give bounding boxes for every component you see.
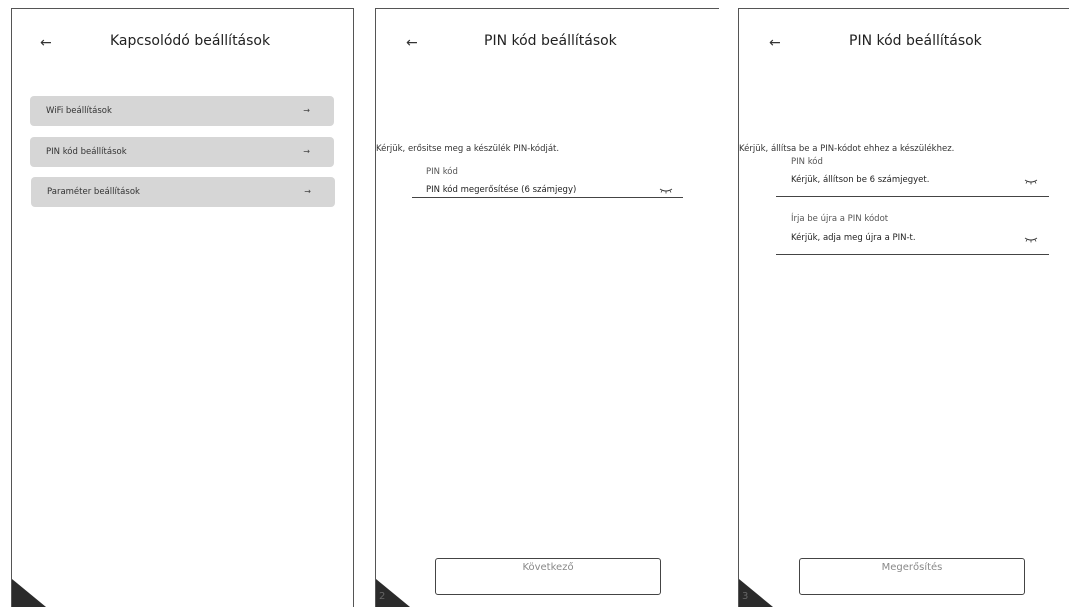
- page-number: 3: [742, 591, 749, 602]
- eye-closed-icon[interactable]: [1024, 237, 1038, 243]
- menu-item-pin-settings[interactable]: PIN kód beállítások →: [30, 137, 334, 167]
- pin-repeat-field-underline: [776, 254, 1049, 255]
- eye-closed-icon[interactable]: [659, 188, 673, 194]
- arrow-right-icon: →: [303, 147, 310, 156]
- menu-item-wifi-settings[interactable]: WiFi beállítások →: [30, 96, 334, 126]
- arrow-right-icon: →: [303, 106, 310, 115]
- confirm-button[interactable]: Megerősítés: [799, 558, 1025, 595]
- pin-input[interactable]: Kérjük, állítson be 6 számjegyet.: [791, 175, 929, 185]
- back-arrow-icon[interactable]: ←: [406, 35, 418, 51]
- page-title: PIN kód beállítások: [849, 33, 982, 49]
- menu-item-parameter-settings[interactable]: Paraméter beállítások →: [31, 177, 335, 207]
- pin-repeat-field-label: Írja be újra a PIN kódot: [791, 214, 889, 224]
- confirm-button-label: Megerősítés: [881, 562, 943, 573]
- menu-item-label: PIN kód beállítások: [46, 147, 127, 157]
- instruction-text: Kérjük, állítsa be a PIN-kódot ehhez a k…: [739, 144, 955, 154]
- page-title: PIN kód beállítások: [484, 33, 617, 49]
- screen-pin-setup: ← PIN kód beállítások Kérjük, állítsa be…: [738, 8, 1069, 607]
- menu-item-label: Paraméter beállítások: [47, 187, 140, 197]
- screen-connection-settings: ← Kapcsolódó beállítások WiFi beállításo…: [11, 8, 354, 607]
- eye-closed-icon[interactable]: [1024, 179, 1038, 185]
- next-button[interactable]: Következő: [435, 558, 661, 595]
- pin-repeat-input[interactable]: Kérjük, adja meg újra a PIN-t.: [791, 233, 916, 243]
- page-number: 2: [379, 591, 386, 602]
- screen-pin-confirm: ← PIN kód beállítások Kérjük, erősitse m…: [375, 8, 719, 607]
- arrow-right-icon: →: [304, 187, 311, 196]
- page-corner-mark: [12, 579, 46, 607]
- page-title: Kapcsolódó beállítások: [110, 33, 271, 49]
- pin-input[interactable]: PIN kód megerősítése (6 számjegy): [426, 185, 576, 195]
- back-arrow-icon[interactable]: ←: [769, 35, 781, 51]
- pin-field-underline: [776, 196, 1049, 197]
- back-arrow-icon[interactable]: ←: [40, 35, 52, 51]
- instruction-text: Kérjük, erősitse meg a készülék PIN-kódj…: [376, 144, 560, 154]
- pin-field-label: PIN kód: [791, 157, 823, 167]
- next-button-label: Következő: [522, 562, 574, 573]
- pin-field-label: PIN kód: [426, 167, 458, 177]
- menu-item-label: WiFi beállítások: [46, 106, 112, 116]
- pin-field-underline: [412, 197, 683, 198]
